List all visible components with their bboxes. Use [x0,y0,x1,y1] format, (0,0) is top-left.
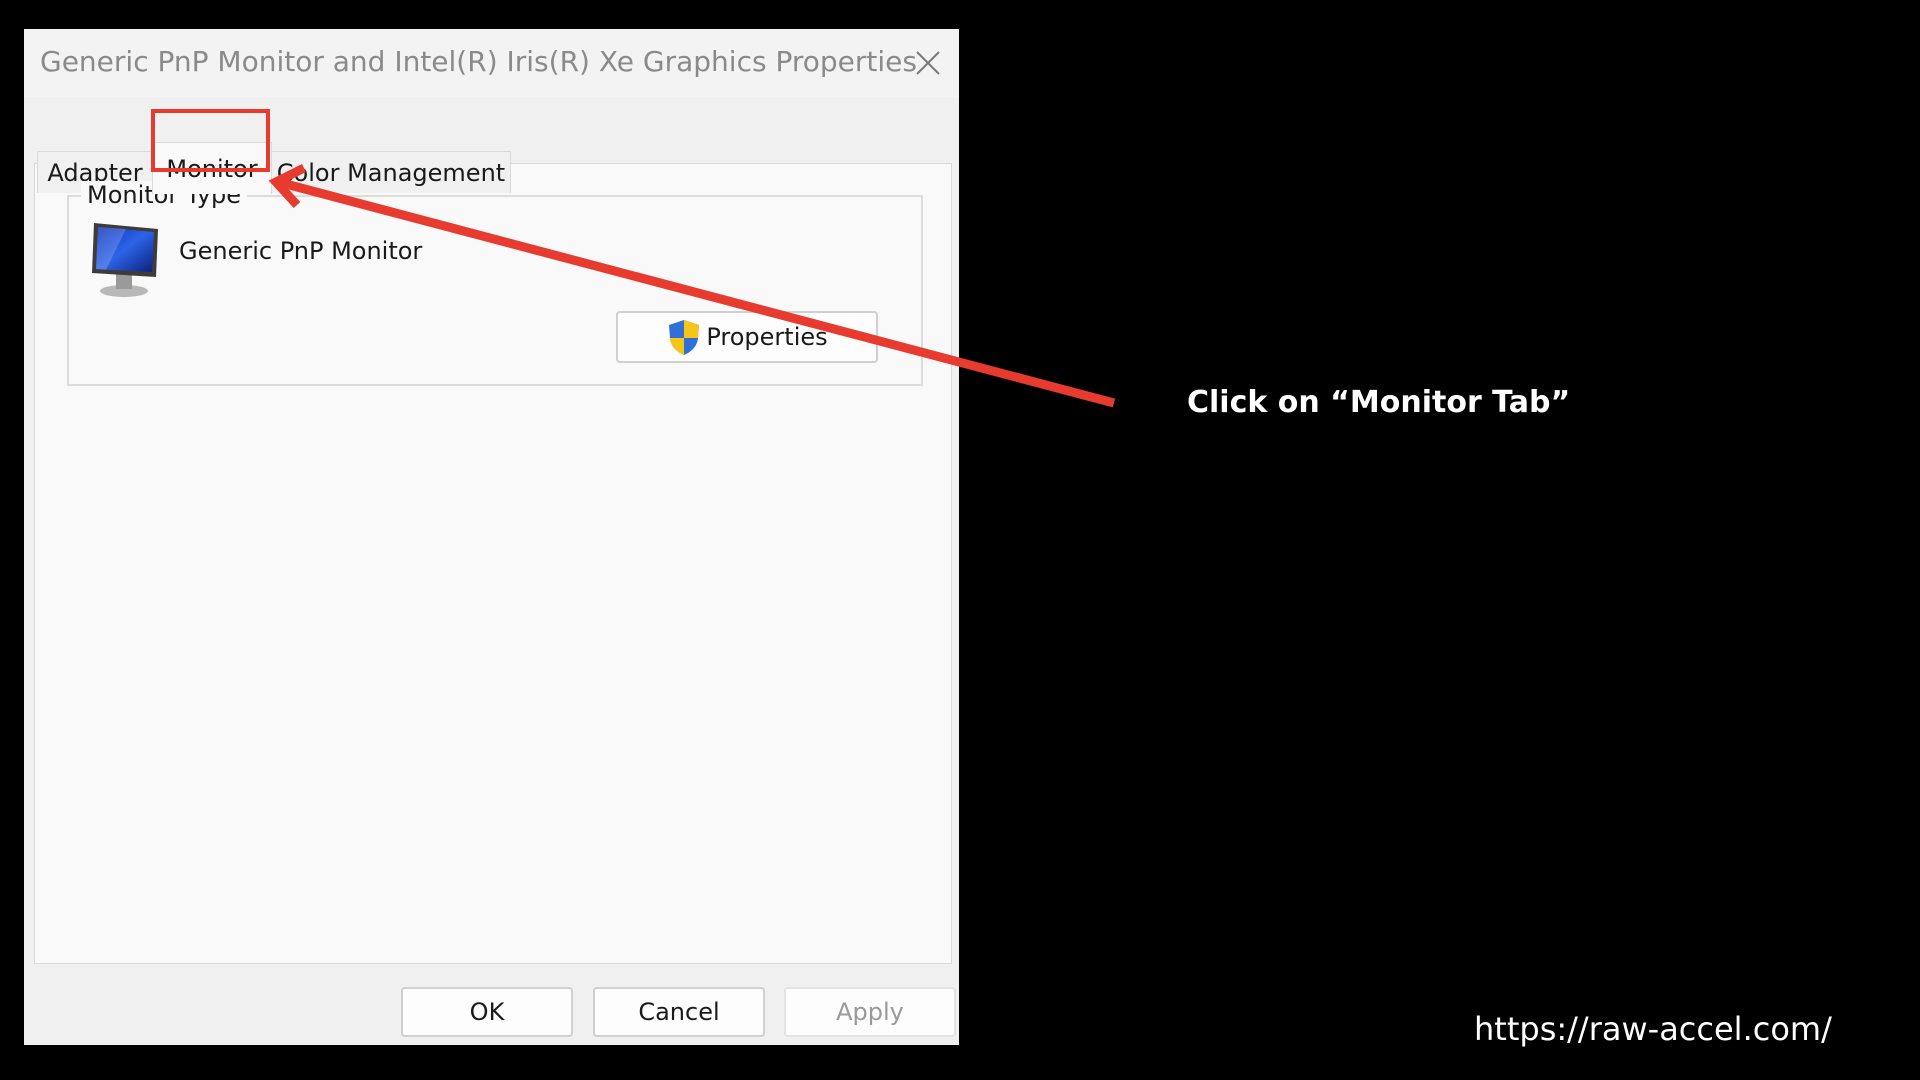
apply-button-label: Apply [836,998,904,1026]
tab-color-management[interactable]: Color Management [271,151,511,193]
uac-shield-icon [669,320,700,355]
properties-dialog: Generic PnP Monitor and Intel(R) Iris(R)… [24,29,959,1045]
tab-monitor-label: Monitor [166,154,258,183]
monitor-name: Generic PnP Monitor [179,237,423,265]
site-url: https://raw-accel.com/ [1474,1010,1832,1048]
close-button[interactable] [910,45,946,81]
monitor-properties-button[interactable]: Properties [616,311,878,363]
apply-button[interactable]: Apply [784,987,956,1037]
dialog-titlebar: Generic PnP Monitor and Intel(R) Iris(R)… [24,29,959,97]
cancel-button-label: Cancel [638,998,720,1026]
close-icon [916,51,940,75]
properties-button-label: Properties [706,323,828,351]
callout-text: Click on “Monitor Tab” [1187,385,1571,420]
cancel-button[interactable]: Cancel [593,987,765,1037]
dialog-title: Generic PnP Monitor and Intel(R) Iris(R)… [40,45,917,78]
tab-color-management-label: Color Management [276,158,506,187]
ok-button-label: OK [469,998,505,1026]
monitor-icon [92,223,158,297]
ok-button[interactable]: OK [401,987,573,1037]
tab-monitor[interactable]: Monitor [152,142,272,194]
